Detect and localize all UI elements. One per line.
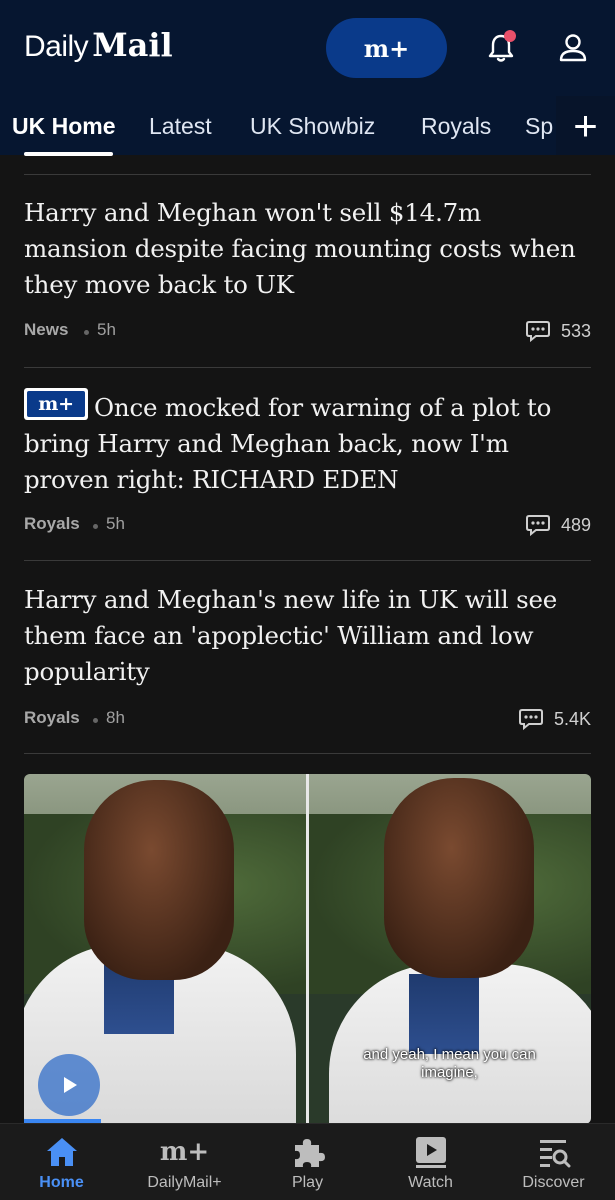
badge-label: m+ bbox=[38, 393, 74, 415]
nav-discover-label: Discover bbox=[522, 1174, 585, 1191]
article-headline[interactable]: Harry and Meghan's new life in UK will s… bbox=[24, 582, 591, 690]
nav-watch-label: Watch bbox=[408, 1174, 453, 1191]
nav-play-label: Play bbox=[291, 1174, 324, 1191]
article-time: 5h bbox=[106, 514, 125, 533]
nav-home[interactable]: Home bbox=[0, 1124, 123, 1200]
nav-dailymail-plus-label: DailyMail+ bbox=[147, 1174, 222, 1191]
bottom-navigation: Home m+ DailyMail+ Play Watch Discover bbox=[0, 1123, 615, 1200]
article-category[interactable]: News bbox=[24, 320, 68, 340]
play-square-icon bbox=[411, 1134, 451, 1170]
divider bbox=[24, 174, 591, 175]
comment-icon bbox=[518, 709, 543, 731]
nav-dailymail-plus[interactable]: m+ DailyMail+ bbox=[123, 1124, 246, 1200]
divider bbox=[24, 560, 591, 561]
article-headline[interactable]: Harry and Meghan won't sell $14.7m mansi… bbox=[24, 195, 591, 303]
comment-count: 489 bbox=[560, 514, 591, 535]
puzzle-icon bbox=[288, 1134, 328, 1170]
plus-icon: + bbox=[573, 101, 598, 149]
article-card[interactable]: m+ Once mocked for warning of a plot to b… bbox=[24, 388, 591, 498]
nav-home-label: Home bbox=[39, 1174, 84, 1191]
section-tabs: UK Home Latest UK Showbiz Royals Sp bbox=[0, 105, 615, 156]
add-section-button[interactable]: + bbox=[556, 96, 615, 155]
separator-dot bbox=[93, 524, 98, 529]
comment-icon bbox=[525, 321, 550, 343]
article-category[interactable]: Royals bbox=[24, 708, 80, 728]
logo-daily-text: Daily bbox=[24, 30, 89, 63]
video-caption: and yeah, I mean you can imagine, bbox=[308, 1046, 591, 1082]
article-meta: News 5h 533 bbox=[24, 320, 591, 344]
mail-plus-button[interactable]: m+ bbox=[326, 18, 447, 78]
tab-royals[interactable]: Royals bbox=[421, 113, 491, 140]
nav-discover[interactable]: Discover bbox=[492, 1124, 615, 1200]
discover-icon bbox=[534, 1134, 574, 1170]
comments-button[interactable]: 489 bbox=[525, 513, 591, 537]
active-tab-indicator bbox=[24, 152, 113, 156]
article-headline-text: Once mocked for warning of a plot to bri… bbox=[24, 393, 552, 494]
daily-mail-logo[interactable]: Daily Mail bbox=[24, 26, 173, 66]
caption-line-2: imagine, bbox=[421, 1064, 478, 1081]
mplus-icon: m+ bbox=[159, 1137, 210, 1167]
article-card[interactable]: Harry and Meghan's new life in UK will s… bbox=[24, 582, 591, 690]
divider bbox=[24, 367, 591, 368]
nav-play[interactable]: Play bbox=[246, 1124, 369, 1200]
article-card[interactable]: Harry and Meghan won't sell $14.7m mansi… bbox=[24, 195, 591, 303]
separator-dot bbox=[93, 718, 98, 723]
tab-sport[interactable]: Sp bbox=[525, 113, 553, 140]
comment-icon bbox=[525, 515, 550, 537]
article-meta: Royals 5h 489 bbox=[24, 514, 591, 538]
play-icon bbox=[64, 1077, 77, 1093]
app-header: Daily Mail m+ UK Home Latest UK Showbiz … bbox=[0, 0, 615, 156]
tab-latest[interactable]: Latest bbox=[149, 113, 212, 140]
user-account-icon[interactable] bbox=[558, 32, 588, 64]
notification-dot bbox=[504, 30, 516, 42]
comments-button[interactable]: 533 bbox=[525, 319, 591, 343]
tab-uk-showbiz[interactable]: UK Showbiz bbox=[250, 113, 375, 140]
caption-line-1: and yeah, I mean you can bbox=[363, 1046, 536, 1063]
home-icon bbox=[42, 1134, 82, 1170]
mail-plus-badge: m+ bbox=[24, 388, 88, 420]
comment-count: 533 bbox=[560, 320, 591, 341]
mail-plus-label: m+ bbox=[363, 33, 410, 63]
article-meta: Royals 8h 5.4K bbox=[24, 708, 591, 732]
play-button[interactable] bbox=[38, 1054, 100, 1116]
article-time: 5h bbox=[97, 320, 116, 339]
tab-uk-home[interactable]: UK Home bbox=[12, 113, 116, 140]
logo-mail-text: Mail bbox=[92, 26, 173, 64]
comment-count: 5.4K bbox=[553, 708, 591, 729]
article-time: 8h bbox=[106, 708, 125, 727]
nav-watch[interactable]: Watch bbox=[369, 1124, 492, 1200]
separator-dot bbox=[84, 330, 89, 335]
divider bbox=[24, 753, 591, 754]
article-category[interactable]: Royals bbox=[24, 514, 80, 534]
article-headline[interactable]: m+ Once mocked for warning of a plot to b… bbox=[24, 388, 591, 498]
comments-button[interactable]: 5.4K bbox=[518, 707, 591, 731]
